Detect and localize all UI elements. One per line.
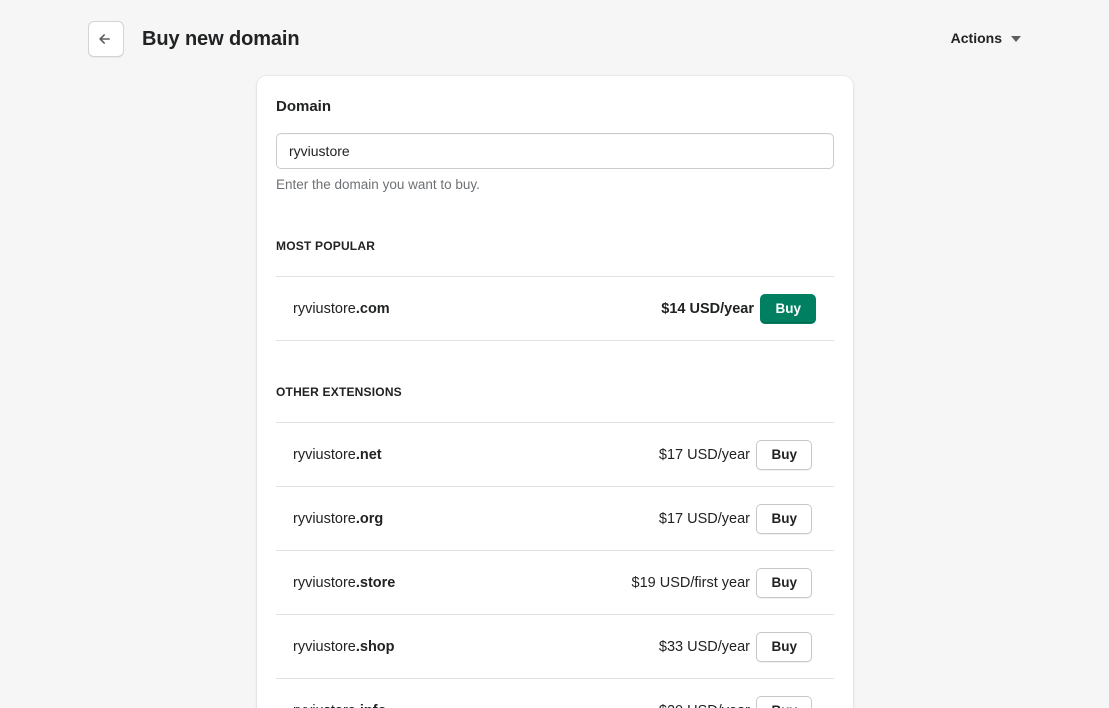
domain-name: ryviustore.com	[293, 299, 661, 319]
buy-button-slot: Buy	[756, 631, 812, 662]
domain-price: $20 USD/year	[659, 701, 750, 708]
buy-button-slot: Buy	[760, 293, 816, 324]
buy-button-slot: Buy	[756, 503, 812, 534]
table-row: ryviustore.shop $33 USD/year Buy	[276, 615, 834, 679]
other-extensions-label: Other extensions	[276, 385, 402, 399]
actions-menu-button[interactable]: Actions	[951, 26, 1021, 50]
buy-button-slot: Buy	[756, 439, 812, 470]
buy-button[interactable]: Buy	[756, 567, 812, 598]
domain-tld: .org	[355, 510, 384, 527]
table-row: ryviustore.net $17 USD/year Buy	[276, 423, 834, 487]
actions-label: Actions	[950, 30, 1002, 46]
buy-button-slot: Buy	[756, 567, 812, 598]
table-row: ryviustore.com $14 USD/year Buy	[276, 277, 834, 341]
domain-base: ryviustore	[293, 638, 356, 655]
domain-base: ryviustore	[293, 574, 356, 591]
page-header: Buy new domain Actions	[0, 0, 1109, 76]
other-extensions-section: Other extensions ryviustore.net $17 USD/…	[276, 384, 834, 708]
domain-helper-text: Enter the domain you want to buy.	[276, 177, 480, 192]
buy-button[interactable]: Buy	[756, 695, 812, 708]
buy-button[interactable]: Buy	[760, 293, 816, 324]
domain-base: ryviustore	[293, 510, 356, 527]
domain-price: $14 USD/year	[661, 300, 754, 317]
domain-tld: .store	[355, 574, 396, 591]
domain-price: $19 USD/first year	[631, 574, 750, 591]
buy-button[interactable]: Buy	[756, 503, 812, 534]
domain-search-input[interactable]	[276, 133, 834, 169]
buy-new-domain-page: Buy new domain Actions Domain Enter the …	[0, 0, 1109, 708]
buy-button[interactable]: Buy	[756, 631, 812, 662]
domain-name: ryviustore.info	[293, 701, 659, 708]
domain-price: $17 USD/year	[658, 446, 750, 463]
domain-base: ryviustore	[293, 703, 356, 708]
domain-name: ryviustore.store	[293, 573, 632, 593]
domain-tld: .shop	[355, 638, 395, 655]
domain-tld: .com	[355, 300, 390, 317]
back-button[interactable]	[88, 21, 124, 57]
domain-tld: .info	[356, 703, 387, 708]
domain-base: ryviustore	[293, 446, 356, 463]
buy-button-slot: Buy	[756, 695, 812, 708]
arrow-left-icon	[97, 30, 115, 48]
buy-button[interactable]: Buy	[756, 439, 812, 470]
chevron-down-icon	[1011, 36, 1021, 42]
domain-name: ryviustore.org	[293, 509, 659, 529]
card-section-title: Domain	[276, 98, 332, 115]
domain-name: ryviustore.shop	[293, 637, 659, 657]
domain-base: ryviustore	[293, 300, 356, 317]
table-row: ryviustore.info $20 USD/year Buy	[276, 679, 834, 708]
domain-tld: .net	[355, 446, 382, 463]
most-popular-label: Most popular	[276, 239, 376, 253]
page-title: Buy new domain	[142, 28, 300, 50]
table-row: ryviustore.org $17 USD/year Buy	[276, 487, 834, 551]
domain-price: $17 USD/year	[658, 510, 750, 527]
domain-name: ryviustore.net	[293, 445, 659, 465]
table-row: ryviustore.store $19 USD/first year Buy	[276, 551, 834, 615]
most-popular-section: Most popular ryviustore.com $14 USD/year…	[276, 238, 834, 341]
domain-price: $33 USD/year	[658, 638, 750, 655]
domain-card: Domain Enter the domain you want to buy.…	[257, 76, 853, 708]
